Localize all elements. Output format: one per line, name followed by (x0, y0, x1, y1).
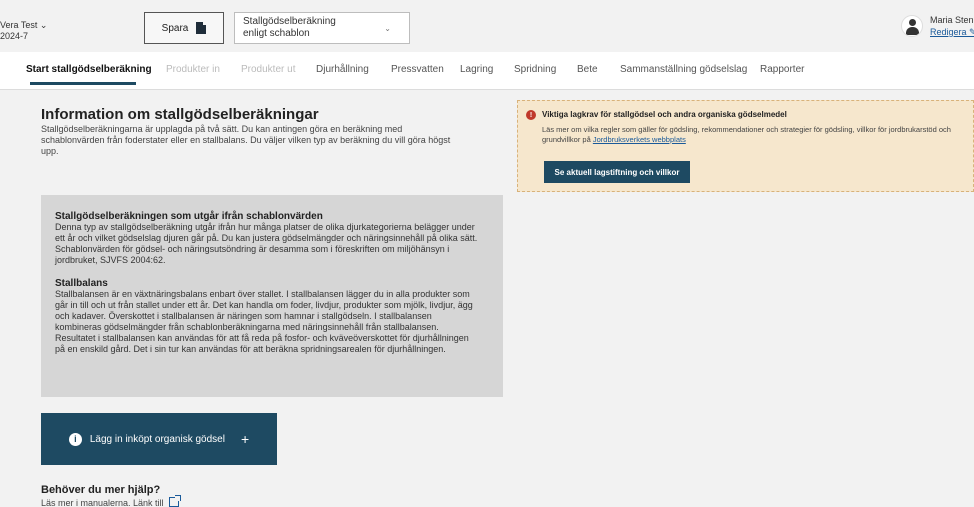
stallbalans-text: Stallbalansen är en växtnäringsbalans en… (55, 289, 473, 354)
help-heading: Behöver du mer hjälp? (41, 484, 161, 496)
external-link-icon[interactable] (169, 495, 182, 507)
add-organic-fertilizer-button[interactable]: i Lägg in inköpt organisk gödsel + (41, 413, 277, 465)
calculation-type-select[interactable]: Stallgödselberäkning enligt schablon ⌄ (234, 12, 410, 44)
help-text-label: Läs mer i manualerna. Länk till (41, 498, 164, 507)
header-bar: Vera Test ⌄ 2024-7 Spara Stallgödselberä… (0, 0, 974, 52)
help-text: Läs mer i manualerna. Länk till (41, 495, 182, 507)
user-avatar-icon[interactable] (901, 15, 923, 37)
select-value-line2: enligt schablon (243, 28, 310, 39)
tab-bete[interactable]: Bete (577, 64, 598, 75)
tab-spridning[interactable]: Spridning (514, 64, 556, 75)
tab-produkter-ut[interactable]: Produkter ut (241, 64, 295, 75)
chevron-down-icon: ⌄ (384, 24, 391, 33)
tab-lagring[interactable]: Lagring (460, 64, 493, 75)
explanation-panel: Stallgödselberäkningen som utgår ifrån s… (41, 195, 503, 397)
jordbruksverket-link[interactable]: Jordbruksverkets webbplats (593, 135, 686, 144)
add-button-label: Lägg in inköpt organisk gödsel (89, 433, 225, 445)
stallbalans-heading: Stallbalans (55, 278, 108, 289)
user-name: Maria Stenb (930, 15, 974, 25)
tab-bar: Start stallgödselberäkning Produkter in … (0, 52, 974, 90)
tab-start[interactable]: Start stallgödselberäkning (26, 64, 152, 75)
view-legislation-button[interactable]: Se aktuell lagstiftning och villkor (544, 161, 690, 183)
farm-selector[interactable]: Vera Test ⌄ 2024-7 (0, 20, 47, 42)
page-title: Information om stallgödselberäkningar (41, 106, 319, 123)
warning-title: Viktiga lagkrav för stallgödsel och andr… (542, 110, 787, 119)
schablon-text: Denna typ av stallgödselberäkning utgår … (55, 222, 478, 265)
edit-profile-link[interactable]: Redigera ✎ (930, 27, 974, 38)
save-button[interactable]: Spara (144, 12, 224, 44)
farm-name[interactable]: Vera Test ⌄ (0, 20, 47, 31)
intro-text: Stallgödselberäkningarna är upplagda på … (41, 124, 451, 156)
avatar-body (906, 27, 919, 35)
alert-icon: ! (526, 110, 536, 120)
active-tab-indicator (30, 82, 136, 85)
tab-produkter-in[interactable]: Produkter in (166, 64, 220, 75)
app-window: Vera Test ⌄ 2024-7 Spara Stallgödselberä… (0, 0, 974, 507)
avatar-head (909, 19, 916, 26)
schablon-heading: Stallgödselberäkningen som utgår ifrån s… (55, 211, 323, 222)
tab-djurhallning[interactable]: Djurhållning (316, 64, 369, 75)
save-icon (196, 21, 208, 34)
farm-year: 2024-7 (0, 31, 29, 41)
tab-pressvatten[interactable]: Pressvatten (391, 64, 444, 75)
legal-requirements-panel: ! Viktiga lagkrav för stallgödsel och an… (517, 100, 974, 192)
tab-rapporter[interactable]: Rapporter (760, 64, 804, 75)
info-icon: i (68, 432, 82, 446)
save-button-label: Spara (161, 22, 189, 34)
plus-icon: + (240, 431, 250, 447)
warning-text: Läs mer om vilka regler som gäller för g… (542, 125, 972, 145)
select-value-line1: Stallgödselberäkning (243, 16, 336, 27)
tab-sammanstallning[interactable]: Sammanställning gödselslag (620, 64, 747, 75)
